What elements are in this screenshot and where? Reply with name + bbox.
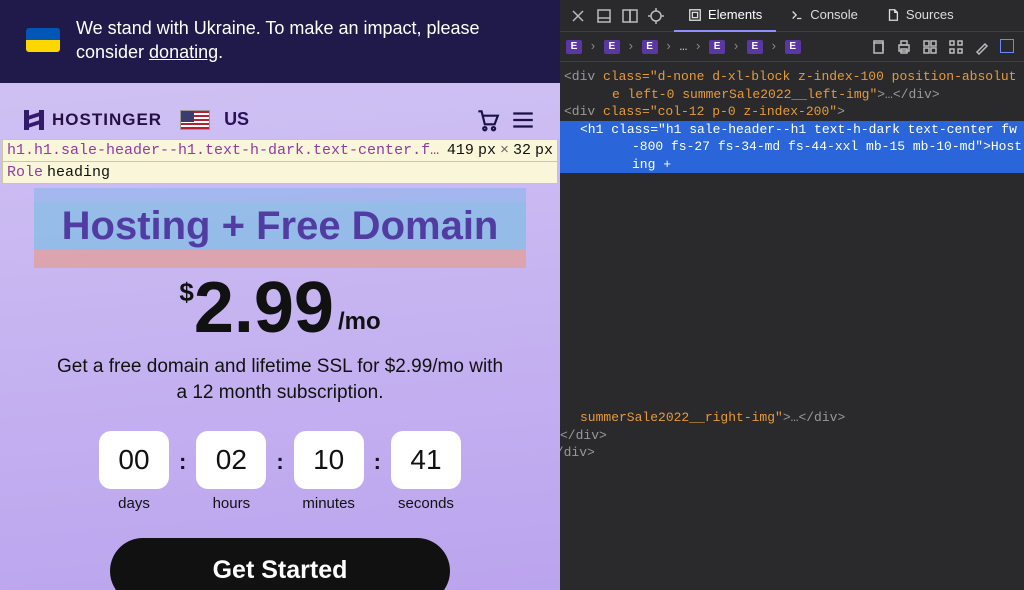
timer-minutes: 10 minutes	[294, 431, 364, 512]
banner-text-after: .	[218, 42, 223, 62]
tooltip-height: 32	[513, 142, 531, 159]
timer-hours-value: 02	[196, 431, 266, 489]
timer-minutes-value: 10	[294, 431, 364, 489]
crumb[interactable]: E	[785, 40, 801, 54]
price: $ 2.99 /mo	[20, 272, 540, 344]
crumb[interactable]: E	[566, 40, 582, 54]
devtools-toolbar: Elements Console Sources	[560, 0, 1024, 32]
print-icon[interactable]	[896, 39, 912, 55]
highlight-toggle-icon[interactable]	[1000, 39, 1014, 53]
tab-elements[interactable]: Elements	[674, 0, 776, 32]
timer-seconds-value: 41	[391, 431, 461, 489]
website-viewport: We stand with Ukraine. To make an impact…	[0, 0, 560, 590]
banner-text-before: We stand with Ukraine. To make an impact…	[76, 18, 480, 62]
donate-link[interactable]: donating	[149, 42, 218, 62]
tooltip-width: 419	[447, 142, 474, 159]
inspector-tooltip-role: Role heading	[2, 162, 558, 184]
us-flag-icon	[180, 110, 210, 130]
crumb[interactable]: E	[709, 40, 725, 54]
region-label[interactable]: US	[224, 109, 249, 130]
copy-icon[interactable]	[870, 39, 886, 55]
inspected-heading-highlight: Hosting + Free Domain	[34, 188, 526, 268]
dom-node[interactable]: </div>	[560, 427, 1024, 445]
timer-minutes-label: minutes	[302, 495, 355, 512]
crumb[interactable]: E	[747, 40, 763, 54]
dock-bottom-icon[interactable]	[596, 8, 612, 24]
price-amount: 2.99	[194, 272, 334, 344]
timer-days-label: days	[118, 495, 150, 512]
margin-overlay-top	[34, 188, 526, 202]
inspector-tooltip: h1.h1.sale-header--h1.text-h-dark.text-c…	[2, 139, 558, 162]
tooltip-role-value: heading	[47, 164, 110, 181]
tooltip-sep: ×	[500, 142, 509, 159]
tooltip-role-key: Role	[7, 164, 43, 181]
tooltip-unit2: px	[535, 142, 553, 159]
banner-text: We stand with Ukraine. To make an impact…	[76, 16, 540, 65]
timer-days: 00 days	[99, 431, 169, 512]
price-currency: $	[179, 277, 193, 308]
countdown-timer: 00 days : 02 hours : 10 minutes : 41 seconds	[20, 431, 540, 512]
cart-icon[interactable]	[474, 107, 500, 133]
dom-node-selected[interactable]: <h1 class="h1 sale-header--h1 text-h-dar…	[560, 121, 1024, 174]
tab-console-label: Console	[810, 7, 858, 22]
ukraine-flag-icon	[26, 28, 60, 52]
price-period: /mo	[338, 308, 381, 336]
dom-node[interactable]: <div class="d-none d-xl-block z-index-10…	[560, 68, 1024, 103]
brand-name: HOSTINGER	[52, 110, 162, 130]
top-nav: HOSTINGER US	[0, 83, 560, 133]
hamburger-icon[interactable]	[510, 107, 536, 133]
breadcrumb-bar: E E E … E E E	[560, 32, 1024, 62]
timer-seconds-label: seconds	[398, 495, 454, 512]
dock-side-icon[interactable]	[622, 8, 638, 24]
tagline: Get a free domain and lifetime SSL for $…	[50, 354, 510, 407]
tab-elements-label: Elements	[708, 7, 762, 22]
timer-seconds: 41 seconds	[391, 431, 461, 512]
crumb[interactable]: E	[604, 40, 620, 54]
brush-icon[interactable]	[974, 39, 990, 55]
crumb[interactable]: E	[642, 40, 658, 54]
tab-console[interactable]: Console	[776, 0, 872, 32]
tab-sources-label: Sources	[906, 7, 954, 22]
dom-node[interactable]: <div class="col-12 p-0 z-index-200">	[560, 103, 1024, 121]
margin-overlay-bottom	[34, 250, 526, 268]
breadcrumb-tools	[870, 39, 1018, 55]
timer-sep: :	[276, 449, 283, 475]
brand-mark-icon	[24, 110, 44, 130]
hero: Hosting + Free Domain $ 2.99 /mo Get a f…	[0, 184, 560, 590]
timer-hours-label: hours	[213, 495, 251, 512]
hero-heading: Hosting + Free Domain	[34, 202, 526, 250]
target-icon[interactable]	[648, 8, 664, 24]
crumb-ellipsis[interactable]: …	[679, 39, 687, 54]
tooltip-unit1: px	[478, 142, 496, 159]
tooltip-selector: h1.h1.sale-header--h1.text-h-dark.text-c…	[7, 142, 443, 159]
devtools-panel: Elements Console Sources E E E … E E E <…	[560, 0, 1024, 590]
ukraine-banner: We stand with Ukraine. To make an impact…	[0, 0, 560, 83]
dom-tree[interactable]: <div class="d-none d-xl-block z-index-10…	[560, 62, 1024, 590]
brand-logo[interactable]: HOSTINGER	[24, 110, 162, 130]
stack-icon[interactable]	[922, 39, 938, 55]
grid-icon[interactable]	[948, 39, 964, 55]
dom-node[interactable]: summerSale2022__right-img">…</div>	[560, 409, 1024, 427]
devtools-window-controls	[560, 8, 674, 24]
close-icon[interactable]	[570, 8, 586, 24]
timer-sep: :	[179, 449, 186, 475]
dom-node[interactable]: </div>	[560, 444, 1024, 462]
get-started-button[interactable]: Get Started	[110, 538, 450, 590]
tab-sources[interactable]: Sources	[872, 0, 968, 32]
timer-sep: :	[374, 449, 381, 475]
timer-days-value: 00	[99, 431, 169, 489]
devtools-tabs: Elements Console Sources	[674, 0, 968, 32]
timer-hours: 02 hours	[196, 431, 266, 512]
